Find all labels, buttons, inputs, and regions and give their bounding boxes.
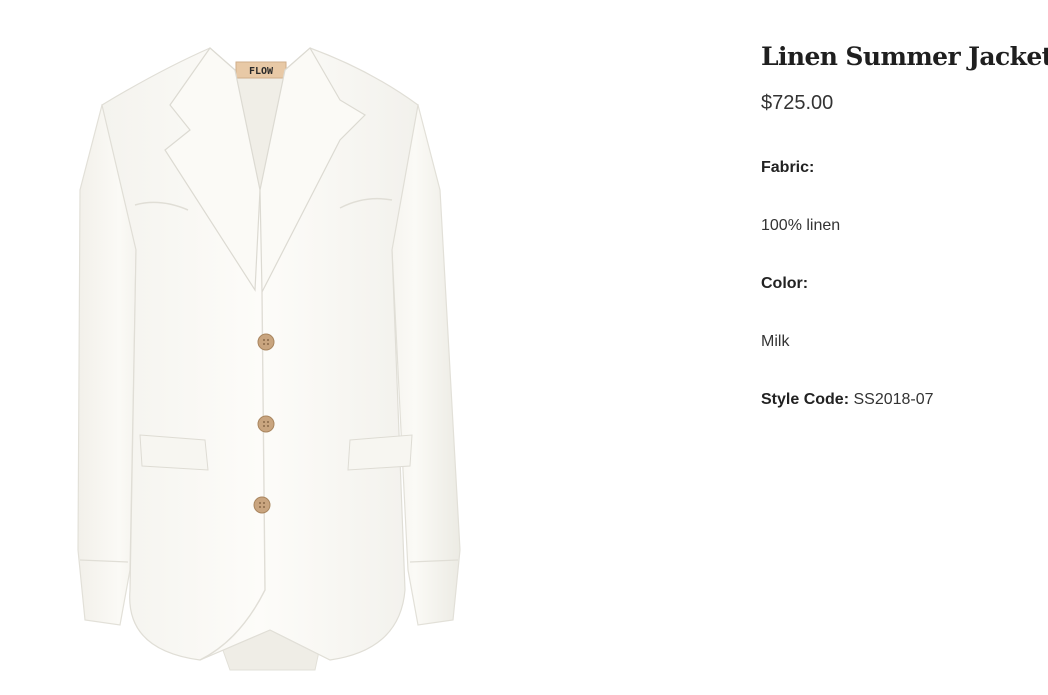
button-2	[257, 415, 275, 433]
fabric-value: 100% linen	[761, 217, 841, 234]
right-pocket-flap	[347, 434, 413, 471]
product-title: Linen Summer Jacket	[761, 42, 1048, 71]
button-1	[257, 333, 275, 351]
color-label: Color:	[761, 275, 809, 292]
style-code-label: Style Code:	[761, 391, 850, 408]
button-3	[253, 496, 271, 514]
fabric-label: Fabric:	[761, 159, 815, 176]
product-image[interactable]: FLOW	[40, 30, 560, 695]
jacket-illustration: FLOW	[77, 47, 461, 671]
product-price: $725.00	[761, 92, 834, 114]
product-details: Linen Summer Jacket $725.00 Fabric: 100%…	[761, 40, 1048, 408]
color-value: Milk	[761, 333, 790, 350]
left-pocket-flap	[139, 434, 209, 471]
style-code: Style Code: SS2018-07	[761, 390, 934, 410]
brand-label-text: FLOW	[249, 66, 274, 77]
style-code-value: SS2018-07	[853, 391, 934, 408]
